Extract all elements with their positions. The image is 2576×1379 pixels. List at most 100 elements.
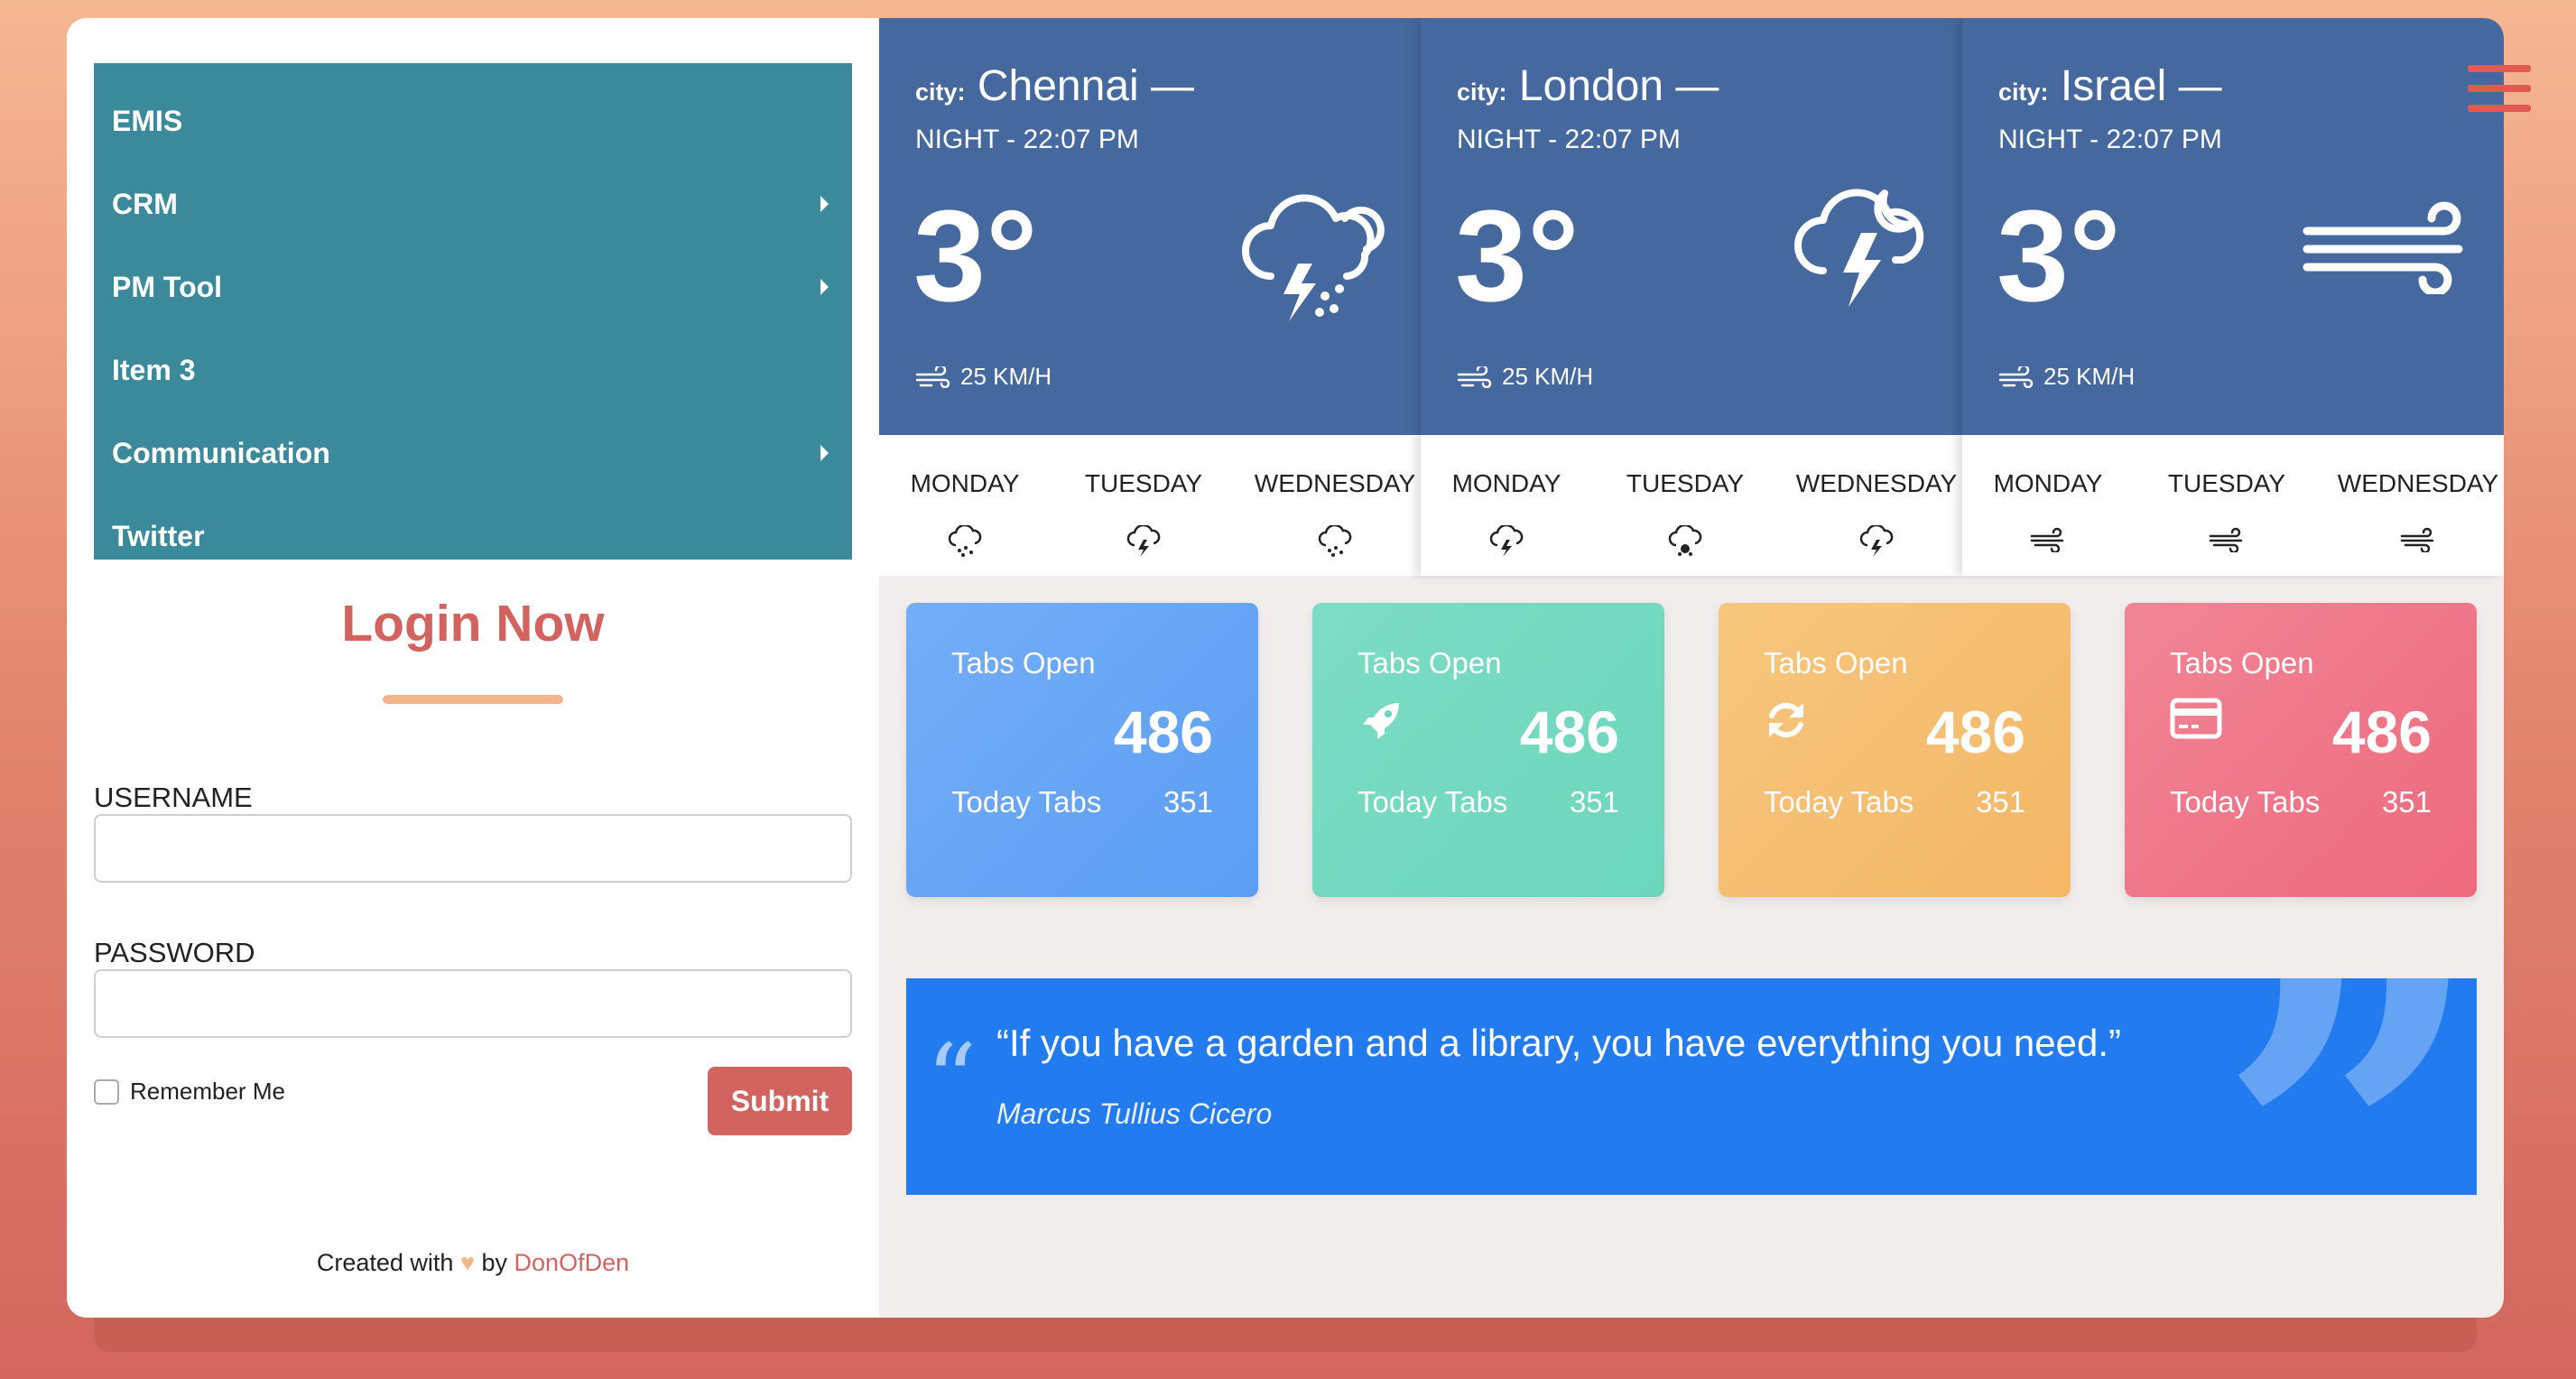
stat-value: 486 bbox=[2331, 699, 2432, 765]
credit-card-icon bbox=[2170, 698, 2222, 739]
menu-item-label: Item 3 bbox=[112, 353, 196, 386]
username-input[interactable] bbox=[94, 814, 852, 883]
password-input[interactable] bbox=[94, 969, 852, 1038]
stat-sub-label: Today Tabs bbox=[1357, 785, 1508, 819]
stat-value: 486 bbox=[1113, 699, 1213, 765]
city-dash: — bbox=[2178, 62, 2222, 110]
menu-item-label: Twitter bbox=[112, 519, 205, 552]
weather-wind: 25 KM/H bbox=[915, 363, 1052, 391]
stat-card-green: Tabs Open 486 Today Tabs 351 bbox=[1312, 603, 1664, 897]
weather-time: NIGHT - 22:07 PM bbox=[1998, 125, 2222, 154]
remember-checkbox[interactable] bbox=[94, 1078, 119, 1105]
forecast-day: TUESDAY bbox=[2167, 469, 2286, 497]
forecast-row: MONDAY TUESDAY WEDNESDAY bbox=[879, 435, 1421, 576]
stat-card-orange: Tabs Open 486 Today Tabs 351 bbox=[1719, 603, 2071, 897]
quote-text: “If you have a garden and a library, you… bbox=[996, 1022, 2121, 1064]
stat-sub-value: 351 bbox=[1569, 785, 1619, 819]
menu-item-crm[interactable]: CRM bbox=[94, 162, 852, 245]
author-link[interactable]: DonOfDen bbox=[514, 1249, 630, 1276]
weather-wind: 25 KM/H bbox=[1457, 363, 1593, 391]
stat-sub-label: Today Tabs bbox=[2170, 785, 2321, 819]
weather-card-chennai: city: Chennai — NIGHT - 22:07 PM 3° 25 K… bbox=[879, 18, 1421, 576]
weather-top: city: Israel — NIGHT - 22:07 PM 3° 25 KM… bbox=[1962, 18, 2504, 435]
footer: Created with ♥ by DonOfDen bbox=[67, 1249, 879, 1277]
stat-sub-value: 351 bbox=[1163, 785, 1213, 819]
menu-item-label: EMIS bbox=[112, 104, 183, 137]
stat-sub-label: Today Tabs bbox=[951, 785, 1102, 819]
thunder-icon bbox=[1058, 523, 1229, 562]
city-name: London bbox=[1518, 62, 1664, 110]
rocket-icon bbox=[1363, 703, 1399, 739]
weather-city: city: Israel — bbox=[1998, 61, 2222, 111]
wind-speed: 25 KM/H bbox=[2043, 363, 2136, 390]
wind-icon bbox=[1998, 366, 2034, 388]
stat-value: 486 bbox=[1519, 699, 1619, 765]
wind-speed: 25 KM/H bbox=[960, 363, 1052, 390]
stat-value: 486 bbox=[1925, 699, 2025, 765]
city-dash: — bbox=[1675, 62, 1719, 110]
weather-time: NIGHT - 22:07 PM bbox=[1457, 125, 1681, 154]
heart-icon: ♥ bbox=[459, 1249, 475, 1276]
remember-label: Remember Me bbox=[130, 1078, 285, 1105]
hamburger-menu-icon[interactable] bbox=[2468, 65, 2531, 125]
city-label: city: bbox=[1457, 79, 1507, 106]
wind-icon bbox=[1962, 525, 2134, 557]
rain-icon bbox=[1249, 523, 1421, 562]
weather-temp: 3° bbox=[1455, 183, 1580, 329]
caret-right-icon bbox=[820, 279, 829, 295]
weather-card-london: city: London — NIGHT - 22:07 PM 3° 25 KM… bbox=[1421, 18, 1962, 576]
forecast-day: MONDAY bbox=[910, 469, 1020, 497]
menu-item-label: CRM bbox=[112, 187, 178, 220]
stat-sub-label: Today Tabs bbox=[1764, 785, 1914, 819]
nav-menu: EMIS CRM PM Tool Item 3 Communication Tw… bbox=[94, 63, 852, 560]
hamburger-bar bbox=[2468, 85, 2531, 92]
city-dash: — bbox=[1151, 62, 1195, 110]
forecast-day: MONDAY bbox=[1451, 469, 1561, 497]
forecast-day: MONDAY bbox=[1993, 469, 2103, 497]
submit-button[interactable]: Submit bbox=[708, 1067, 852, 1135]
password-label: PASSWORD bbox=[94, 937, 255, 968]
forecast-day: WEDNESDAY bbox=[1254, 469, 1416, 497]
login-title: Login Now bbox=[341, 595, 605, 652]
thunder-rain-icon bbox=[1242, 194, 1385, 321]
wind-icon bbox=[2332, 525, 2504, 557]
username-label: USERNAME bbox=[94, 782, 253, 813]
wind-icon bbox=[2303, 201, 2463, 294]
hail-icon bbox=[1599, 523, 1771, 562]
city-name: Israel bbox=[2060, 62, 2167, 110]
stat-sub-value: 351 bbox=[2381, 785, 2432, 819]
stat-sub-value: 351 bbox=[1975, 785, 2025, 819]
footer-prefix: Created with bbox=[316, 1249, 454, 1276]
menu-item-label: PM Tool bbox=[112, 270, 223, 303]
title-underline bbox=[383, 695, 563, 704]
weather-wind: 25 KM/H bbox=[1998, 363, 2135, 391]
thunder-night-icon bbox=[1794, 189, 1924, 307]
city-name: Chennai bbox=[977, 62, 1139, 110]
menu-item-twitter[interactable]: Twitter bbox=[94, 495, 852, 578]
thunder-icon bbox=[1791, 523, 1962, 562]
wind-icon bbox=[2141, 525, 2312, 557]
close-quote-icon: ” bbox=[2216, 978, 2477, 1195]
stat-title: Tabs Open bbox=[1357, 646, 1502, 680]
thunder-icon bbox=[1421, 523, 1592, 562]
menu-item-emis[interactable]: EMIS bbox=[94, 79, 852, 162]
footer-by: by bbox=[481, 1249, 508, 1276]
forecast-day: TUESDAY bbox=[1084, 469, 1203, 497]
weather-top: city: London — NIGHT - 22:07 PM 3° 25 KM… bbox=[1421, 18, 1962, 435]
weather-time: NIGHT - 22:07 PM bbox=[915, 125, 1139, 154]
remember-me[interactable]: Remember Me bbox=[94, 1078, 285, 1106]
weather-card-israel: city: Israel — NIGHT - 22:07 PM 3° 25 KM… bbox=[1962, 18, 2504, 576]
hamburger-bar bbox=[2468, 65, 2531, 72]
menu-item-item-3[interactable]: Item 3 bbox=[94, 329, 852, 412]
menu-item-pm-tool[interactable]: PM Tool bbox=[94, 245, 852, 329]
menu-item-communication[interactable]: Communication bbox=[94, 412, 852, 495]
stat-card-pink: Tabs Open 486 Today Tabs 351 bbox=[2125, 603, 2477, 897]
wind-icon bbox=[915, 366, 950, 388]
quote-block: ” “ “If you have a garden and a library,… bbox=[906, 978, 2477, 1195]
weather-top: city: Chennai — NIGHT - 22:07 PM 3° 25 K… bbox=[879, 18, 1421, 435]
quote-author: Marcus Tullius Cicero bbox=[996, 1097, 1273, 1130]
forecast-day: TUESDAY bbox=[1626, 469, 1745, 497]
city-label: city: bbox=[1998, 79, 2049, 106]
caret-right-icon bbox=[820, 196, 829, 212]
city-label: city: bbox=[915, 79, 966, 106]
